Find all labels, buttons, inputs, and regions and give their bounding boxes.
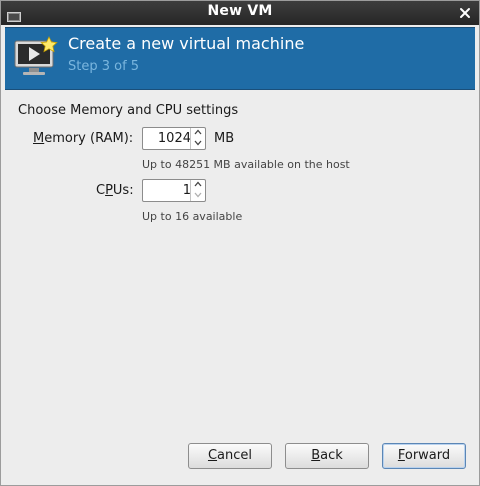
- cpus-increment-button[interactable]: [191, 180, 205, 190]
- monitor-play-icon: [13, 35, 59, 79]
- chevron-up-icon: [191, 129, 205, 135]
- banner-title: Create a new virtual machine: [68, 34, 305, 53]
- back-button[interactable]: Back: [285, 443, 369, 469]
- memory-spinbutton[interactable]: [142, 127, 206, 150]
- memory-spin-buttons: [190, 128, 205, 149]
- chevron-down-icon: [191, 140, 205, 146]
- section-title: Choose Memory and CPU settings: [18, 103, 239, 118]
- window-title: New VM: [207, 3, 273, 19]
- forward-button[interactable]: Forward: [382, 443, 466, 469]
- cpus-decrement-button[interactable]: [191, 191, 205, 201]
- close-icon[interactable]: [457, 5, 473, 21]
- memory-hint: Up to 48251 MB available on the host: [142, 158, 350, 171]
- banner-step: Step 3 of 5: [68, 59, 140, 74]
- cpus-spin-buttons: [190, 180, 205, 201]
- memory-input[interactable]: [145, 130, 193, 147]
- memory-unit: MB: [214, 131, 235, 146]
- memory-increment-button[interactable]: [191, 128, 205, 138]
- cancel-button[interactable]: Cancel: [188, 443, 272, 469]
- memory-label: Memory (RAM):: [33, 131, 134, 146]
- memory-label-mnemonic: M: [33, 131, 45, 146]
- new-vm-dialog: New VM Create a new virtual machine Step…: [0, 0, 480, 486]
- cpus-label-mnemonic: P: [105, 183, 113, 198]
- cpus-label: CPUs:: [96, 183, 134, 198]
- chevron-down-icon: [191, 192, 205, 198]
- wizard-banner: Create a new virtual machine Step 3 of 5: [5, 27, 475, 90]
- chevron-up-icon: [191, 181, 205, 187]
- title-bar[interactable]: New VM: [1, 1, 479, 25]
- cpus-spinbutton[interactable]: [142, 179, 206, 202]
- cpus-hint: Up to 16 available: [142, 210, 243, 223]
- cpus-input[interactable]: [145, 182, 193, 199]
- memory-decrement-button[interactable]: [191, 139, 205, 149]
